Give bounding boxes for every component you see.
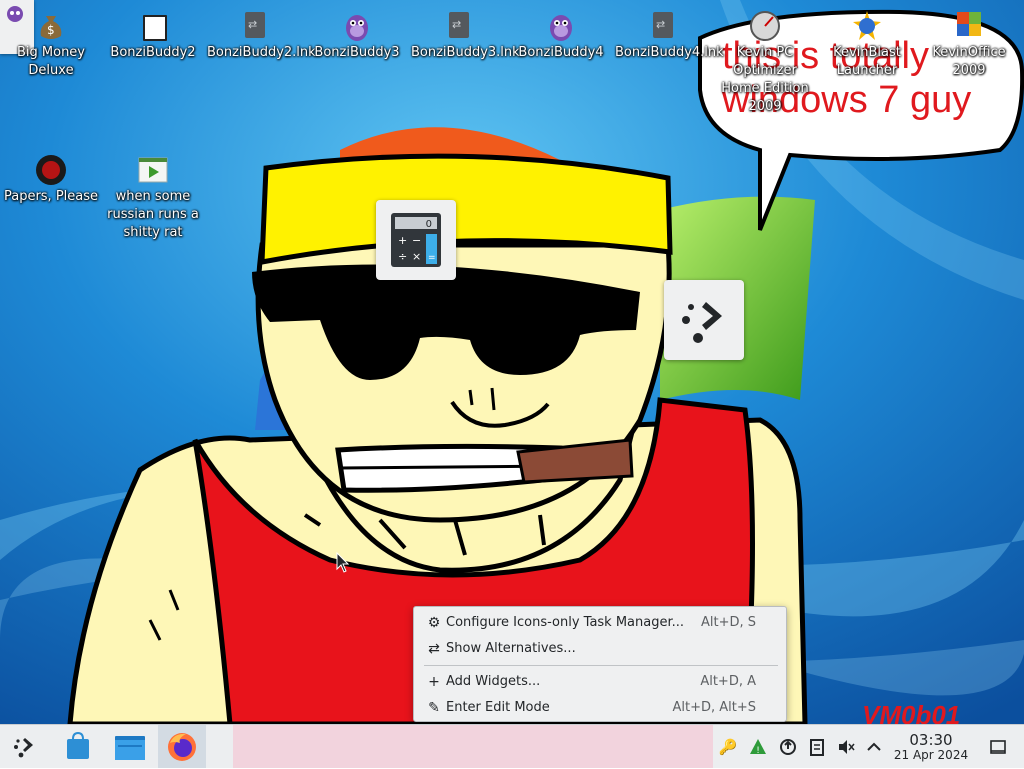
discover-store-icon [67,731,89,759]
menu-item-shortcut: Alt+D, Alt+S [672,700,756,715]
clipboard-icon[interactable] [807,737,827,757]
desktop-icon-bonzibuddy4[interactable]: BonziBuddy4 [513,4,609,62]
shortcut-file-icon [443,10,475,42]
desktop-icon-bonzibuddy2[interactable]: BonziBuddy2 [105,4,201,62]
wallpaper-signature: VM0b01 [862,700,960,724]
shortcut-file-icon [239,10,271,42]
network-icon[interactable]: 🔑 [718,737,738,757]
firefox-icon [168,733,196,761]
menu-item-label: Configure Icons-only Task Manager... [446,615,685,630]
kde-launcher-icon [682,302,722,343]
bonzi-gorilla-icon [341,10,373,42]
kde-launcher-widget[interactable] [664,280,744,360]
desktop-icon-bonzibuddy2-lnk[interactable]: BonziBuddy2.lnk [207,4,316,62]
bonzi-gorilla-icon [545,10,577,42]
calc-key: + [398,234,407,247]
taskbar-panel: 🔑 ! 03:30 21 Apr 2024 [0,724,1024,768]
menu-item-label: Add Widgets... [446,674,541,689]
taskbar-firefox-button[interactable] [164,729,200,765]
desktop-icon-kevinblast-launcher[interactable]: KevinBlast Launcher [819,4,915,80]
desktop-icon-papers-please[interactable]: Papers, Please [3,148,99,206]
updates-icon[interactable]: ! [748,737,768,757]
show-desktop-icon[interactable] [988,737,1008,757]
desktop-icon-label: BonziBuddy2.lnk [207,45,316,60]
desktop-icon-label: KevinBlast Launcher [833,45,901,78]
speedometer-icon [749,10,781,42]
menu-item-enter-edit-mode[interactable]: ✎ Enter Edit Mode Alt+D, Alt+S [418,696,782,720]
mouse-cursor [336,552,350,573]
taskbar-dolphin-button[interactable] [112,729,148,765]
money-bag-icon: $ [35,10,67,42]
calc-key: × [412,250,421,263]
desktop-icon-bonzibuddy4-lnk[interactable]: BonziBuddy4.lnk [615,4,724,62]
desktop-icon-label: when some russian runs a shitty rat [107,189,199,240]
calculator-icon: 0 + − ÷ × = [391,213,441,267]
shortcut-file-icon [647,10,679,42]
desktop-icon-label: BonziBuddy2 [110,45,196,60]
desktop-icon-russian-rat-video[interactable]: when some russian runs a shitty rat [105,148,201,242]
calc-key: − [412,234,421,247]
clock-date[interactable]: 21 Apr 2024 [888,748,974,762]
desktop-icon-big-money-deluxe[interactable]: $ Big Money Deluxe [3,4,99,80]
menu-separator [424,665,778,666]
vpn-icon[interactable] [778,737,798,757]
plus-icon: + [428,674,440,690]
seal-icon [35,154,67,186]
calculator-widget[interactable]: 0 + − ÷ × = [376,200,456,280]
desktop-icon-label: Kevin PC Optimizer Home Edition 2009 [721,45,809,114]
desktop-icon-label: BonziBuddy3.lnk [411,45,520,60]
desktop-icon-label: BonziBuddy3 [314,45,400,60]
desktop-icon-label: BonziBuddy4 [518,45,604,60]
pencil-icon: ✎ [428,700,440,716]
folder-manager-icon [115,736,145,760]
svg-text:$: $ [47,23,55,37]
alternatives-icon: ⇄ [428,641,440,657]
menu-item-shortcut: Alt+D, A [700,674,756,689]
video-file-icon [137,154,169,186]
menu-item-show-alternatives[interactable]: ⇄ Show Alternatives... [418,637,782,661]
office-icon [953,10,985,42]
desktop-icon-bonzibuddy3-lnk[interactable]: BonziBuddy3.lnk [411,4,520,62]
menu-item-configure-task-manager[interactable]: ⚙ Configure Icons-only Task Manager... A… [418,611,782,635]
desktop-icon-label: KevinOffice 2009 [932,45,1006,78]
muted-volume-icon[interactable] [836,737,856,757]
desktop-icon-kevin-pc-optimizer[interactable]: Kevin PC Optimizer Home Edition 2009 [717,4,813,116]
taskbar-tasks-area[interactable] [233,725,713,768]
menu-item-label: Enter Edit Mode [446,700,550,715]
calc-key: = [428,253,436,263]
desktop-icon-label: Papers, Please [3,189,99,204]
taskbar-discover-button[interactable] [60,729,96,765]
menu-item-add-widgets[interactable]: + Add Widgets... Alt+D, A [418,670,782,694]
configure-icon: ⚙ [427,615,441,631]
menu-item-shortcut: Alt+D, S [700,615,756,630]
panel-context-menu: ⚙ Configure Icons-only Task Manager... A… [413,606,787,722]
desktop-icon-kevinoffice-2009[interactable]: KevinOffice 2009 [921,4,1017,80]
svg-text:!: ! [756,746,760,756]
desktop-icon-bonzibuddy3[interactable]: BonziBuddy3 [309,4,405,62]
menu-item-label: Show Alternatives... [446,641,576,656]
calculator-display: 0 [426,219,432,230]
taskbar-app-launcher-button[interactable] [6,729,42,765]
globe-icon [851,10,883,42]
desktop-icon-label: BonziBuddy4.lnk [615,45,724,60]
clock-time[interactable]: 03:30 [893,731,969,749]
kde-launcher-icon [14,738,33,758]
calc-key: ÷ [398,250,407,263]
desktop-icon-label: Big Money Deluxe [16,45,85,78]
folder-icon [137,10,169,42]
expand-tray-icon[interactable] [864,737,884,757]
